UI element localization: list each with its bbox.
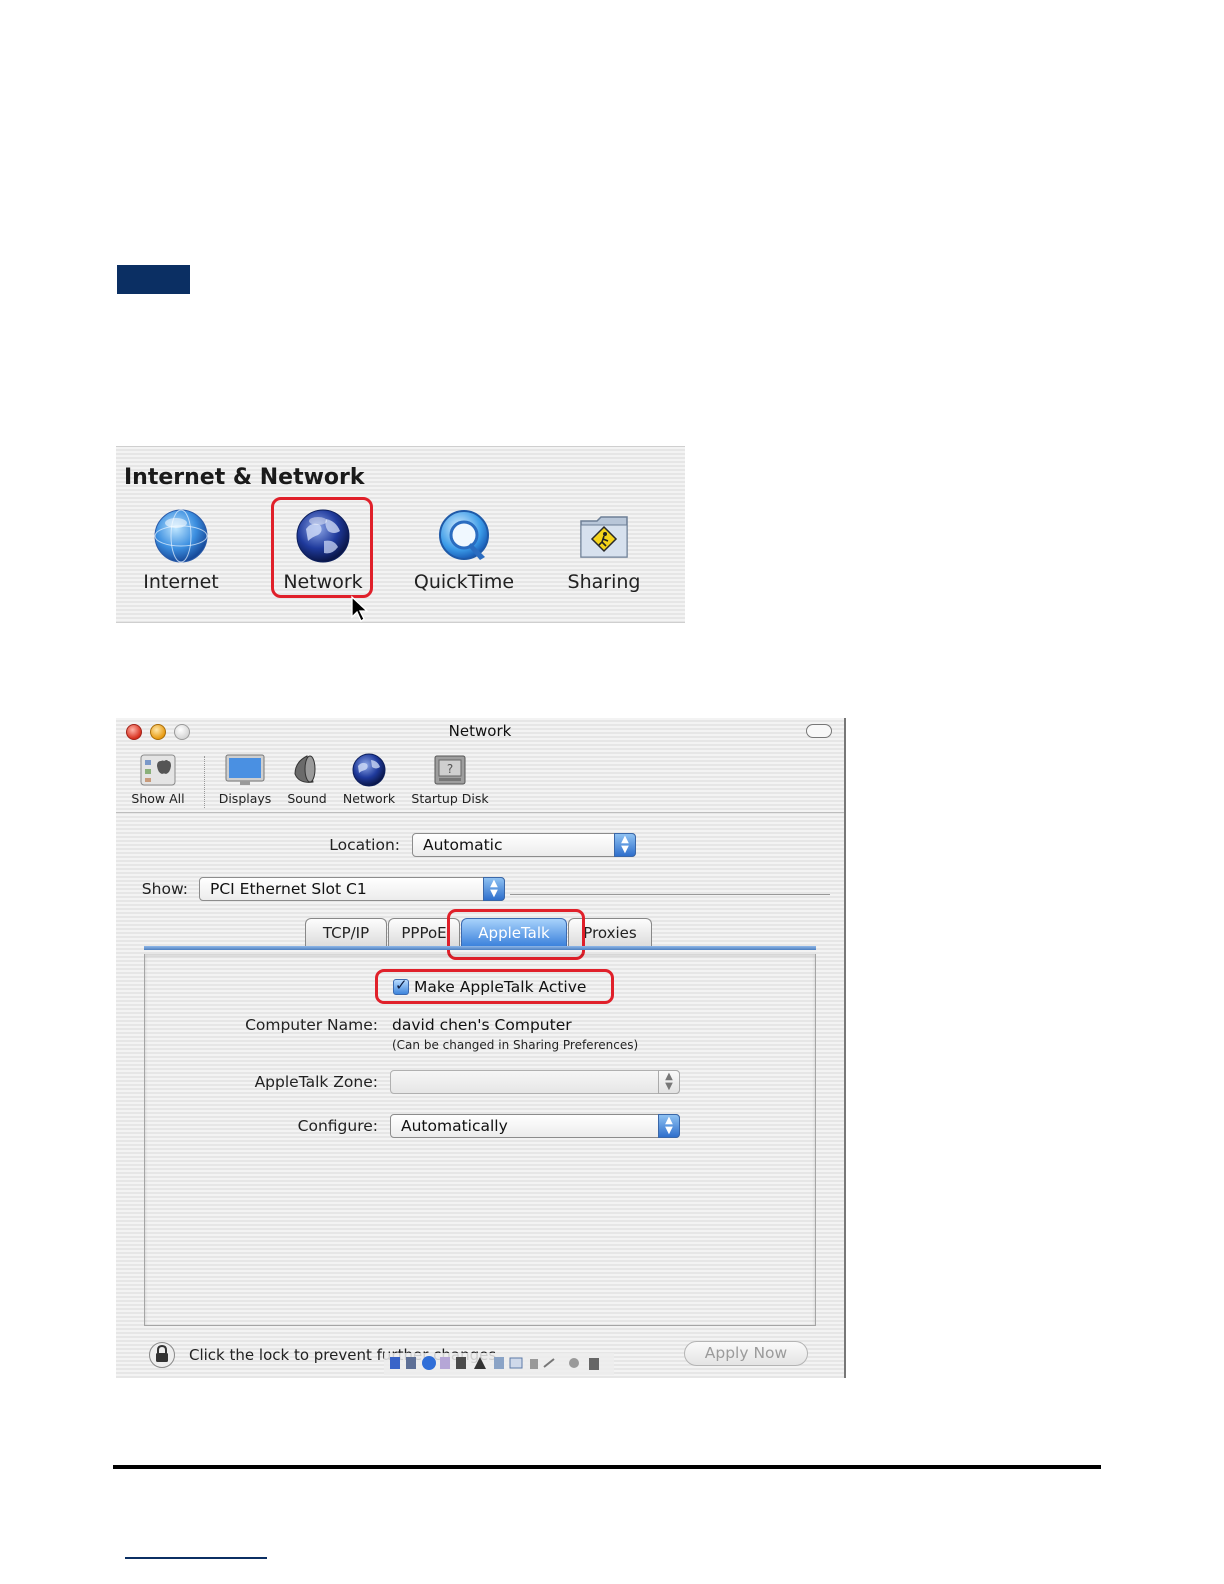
appletalk-zone-label: AppleTalk Zone: (254, 1073, 378, 1091)
pref-item-quicktime[interactable]: QuickTime (399, 507, 529, 593)
quicktime-icon (439, 510, 489, 560)
appletalk-tab-content (144, 954, 816, 1326)
checkbox-highlight-box (375, 969, 614, 1004)
appletalk-zone-popup: ▲ ▼ (390, 1070, 680, 1094)
sharing-folder-icon (580, 516, 628, 558)
footer-link-underline (125, 1557, 267, 1559)
location-label: Location: (329, 836, 400, 854)
show-all-icon (140, 754, 176, 786)
computer-name-label: Computer Name: (245, 1016, 378, 1034)
toolbar-item-network[interactable]: Network (338, 752, 400, 806)
section-title: Internet & Network (124, 465, 365, 490)
lock-icon[interactable] (148, 1341, 176, 1369)
header-color-block (117, 265, 190, 294)
toolbar-toggle-icon[interactable] (806, 724, 832, 738)
show-divider-line (510, 894, 830, 895)
displays-icon (225, 754, 265, 785)
window-bottom-bar: Click the lock to prevent further change… (116, 1333, 844, 1378)
popup-arrows-icon: ▲ ▼ (614, 833, 636, 857)
toolbar-item-label: Sound (287, 791, 327, 806)
show-label: Show: (141, 880, 188, 898)
toolbar-item-label: Network (342, 791, 396, 806)
sound-icon (294, 755, 316, 783)
popup-arrows-icon: ▲ ▼ (483, 877, 505, 901)
toolbar-item-label: Show All (131, 791, 185, 806)
toolbar-item-sound[interactable]: Sound (282, 752, 332, 806)
location-value: Automatic (423, 836, 503, 854)
internet-globe-icon (154, 509, 208, 563)
mouse-pointer-icon (351, 595, 369, 622)
configure-value: Automatically (401, 1117, 508, 1135)
toolbar-item-label: Displays (218, 791, 272, 806)
configure-label: Configure: (297, 1117, 378, 1135)
appletalk-tab-highlight-box (447, 909, 585, 960)
computer-name-value: david chen's Computer (392, 1016, 572, 1034)
pref-item-label: Sharing (567, 571, 641, 593)
window-titlebar[interactable]: Network (116, 718, 844, 744)
startup-disk-icon: ? (434, 755, 466, 785)
toolbar-item-displays[interactable]: Displays (214, 752, 276, 806)
pref-item-label: QuickTime (413, 571, 515, 593)
internet-network-prefs-panel: Internet & Network Internet Network Quic… (116, 446, 685, 623)
window-title: Network (448, 722, 512, 740)
apply-now-button[interactable]: Apply Now (684, 1341, 808, 1366)
dock-icons-overlay (384, 1353, 614, 1375)
pref-item-label: Internet (143, 571, 219, 593)
svg-text:?: ? (447, 762, 453, 776)
toolbar-item-show-all[interactable]: Show All (126, 752, 190, 806)
show-popup[interactable]: PCI Ethernet Slot C1 ▲ ▼ (199, 877, 505, 901)
toolbar-item-label: Startup Disk (411, 791, 489, 806)
pref-item-internet[interactable]: Internet (116, 507, 246, 593)
configure-popup[interactable]: Automatically ▲ ▼ (390, 1114, 680, 1138)
pref-item-sharing[interactable]: Sharing (539, 507, 669, 593)
network-icon (352, 753, 386, 787)
footer-rule (113, 1465, 1101, 1469)
tab-rule (144, 946, 816, 950)
show-value: PCI Ethernet Slot C1 (210, 880, 367, 898)
computer-name-hint: (Can be changed in Sharing Preferences) (392, 1038, 639, 1052)
popup-arrows-icon: ▲ ▼ (658, 1114, 680, 1138)
toolbar-item-startup-disk[interactable]: ? Startup Disk (408, 752, 492, 806)
window-toolbar: Show All Displays Sound Network ? Startu… (116, 746, 844, 813)
location-popup[interactable]: Automatic ▲ ▼ (412, 833, 636, 857)
network-highlight-box (271, 497, 373, 598)
popup-arrows-icon: ▲ ▼ (658, 1070, 680, 1094)
tab-tcpip[interactable]: TCP/IP (305, 918, 387, 946)
network-prefs-window: Network Show All Displays Sound Network … (116, 718, 846, 1378)
toolbar-separator (204, 756, 206, 808)
